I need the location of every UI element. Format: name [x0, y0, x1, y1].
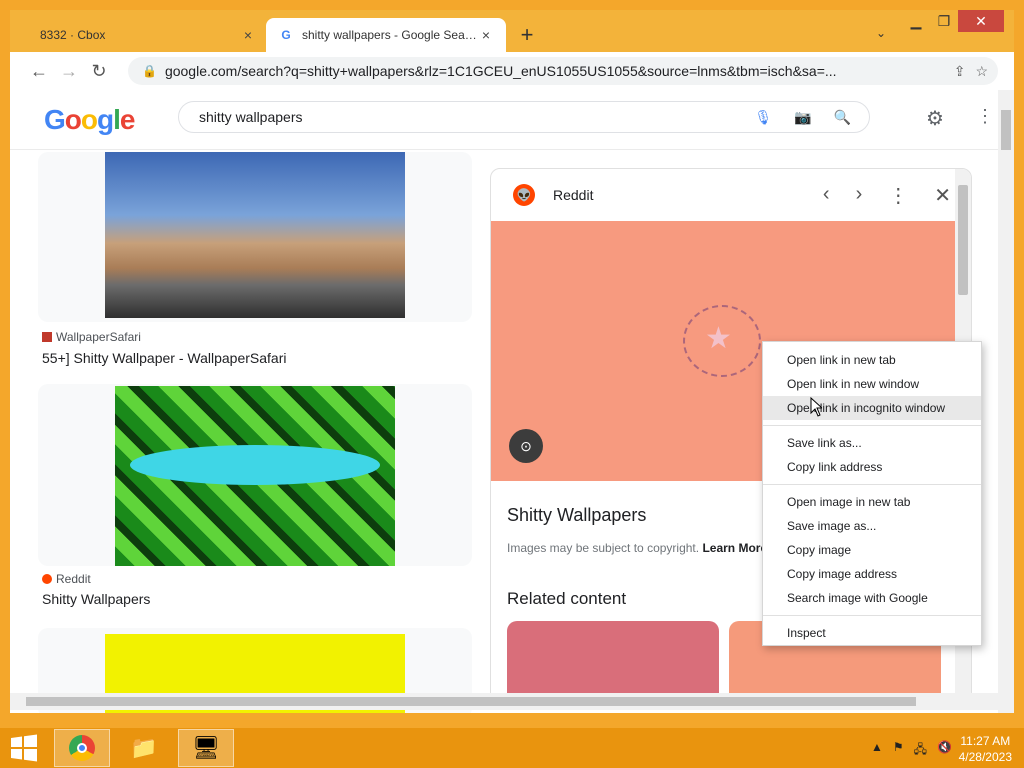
close-icon[interactable]: ✕: [934, 183, 951, 208]
taskbar-clock[interactable]: 11:27 AM 4/28/2023: [959, 733, 1012, 765]
panel-header: 👽 Reddit ‹ › ⋮ ✕: [491, 169, 971, 221]
menu-save-link-as[interactable]: Save link as...: [763, 431, 981, 455]
menu-separator: [763, 425, 981, 426]
chrome-taskbar-icon[interactable]: [54, 729, 110, 767]
copyright-text: Images may be subject to copyright.: [507, 541, 700, 555]
close-window-button[interactable]: ✕: [958, 10, 1004, 32]
minimize-button[interactable]: ▁: [902, 10, 930, 32]
menu-copy-image[interactable]: Copy image: [763, 538, 981, 562]
result-title[interactable]: Shitty Wallpapers: [42, 591, 150, 607]
panel-scroll-thumb[interactable]: [958, 185, 968, 295]
result-title[interactable]: 55+] Shitty Wallpaper - WallpaperSafari: [42, 350, 286, 366]
result-source: Reddit: [42, 572, 91, 586]
result-source-name: WallpaperSafari: [56, 330, 141, 344]
back-arrow-icon[interactable]: ←: [24, 56, 54, 86]
lock-icon: 🔒: [142, 64, 157, 78]
menu-open-image-new-tab[interactable]: Open image in new tab: [763, 490, 981, 514]
tab-close-icon[interactable]: ×: [240, 27, 256, 43]
result-source: WallpaperSafari: [42, 330, 141, 344]
share-icon[interactable]: ⇪: [954, 63, 966, 80]
system-tray: ▲ ⚑ 🖧 🔇: [871, 740, 952, 761]
search-query: shitty wallpapers: [199, 109, 303, 125]
tab-title: shitty wallpapers - Google Search: [302, 28, 478, 42]
page-scroll-thumb[interactable]: [1001, 110, 1011, 150]
horizontal-scroll-thumb[interactable]: [26, 697, 916, 706]
tab-title: 8332 · Cbox: [40, 28, 106, 42]
menu-copy-link-address[interactable]: Copy link address: [763, 455, 981, 479]
tab-close-icon[interactable]: ×: [478, 27, 494, 43]
page-scrollbar[interactable]: [998, 90, 1014, 713]
control-panel-icon[interactable]: 🖥: [178, 729, 234, 767]
taskbar: 📁 🖥 ▲ ⚑ 🖧 🔇 11:27 AM 4/28/2023: [0, 728, 1024, 768]
menu-save-image-as[interactable]: Save image as...: [763, 514, 981, 538]
reddit-icon: 👽: [513, 184, 535, 206]
chevron-right-icon[interactable]: ›: [856, 183, 863, 208]
reddit-favicon-icon: [42, 574, 52, 584]
menu-separator: [763, 484, 981, 485]
maximize-button[interactable]: ❐: [930, 10, 958, 32]
volume-muted-icon[interactable]: 🔇: [937, 740, 952, 761]
network-icon[interactable]: 🖧: [914, 740, 927, 761]
google-header: Google shitty wallpapers 🎙 📷 🔍 ⚙ ⋮⋮: [10, 90, 1014, 150]
windows-start-icon[interactable]: [10, 734, 38, 762]
panel-nav: ‹ › ⋮ ✕: [823, 183, 951, 208]
menu-open-link-new-window[interactable]: Open link in new window: [763, 372, 981, 396]
clock-date: 4/28/2023: [958, 750, 1012, 764]
menu-copy-image-address[interactable]: Copy image address: [763, 562, 981, 586]
context-menu: Open link in new tab Open link in new wi…: [762, 341, 982, 646]
tab-google-search[interactable]: G shitty wallpapers - Google Search ×: [266, 18, 506, 52]
google-favicon-icon: G: [281, 28, 291, 42]
chevron-left-icon[interactable]: ‹: [823, 183, 830, 208]
clock-time: 11:27 AM: [960, 734, 1011, 748]
tray-expand-icon[interactable]: ▲: [871, 740, 883, 761]
site-favicon-icon: [42, 332, 52, 342]
tab-search-chevron-icon[interactable]: ⌄: [876, 26, 886, 40]
panel-source[interactable]: Reddit: [553, 187, 593, 203]
gear-icon[interactable]: ⚙: [926, 106, 944, 131]
file-explorer-icon[interactable]: 📁: [116, 729, 172, 767]
menu-open-link-new-tab[interactable]: Open link in new tab: [763, 348, 981, 372]
menu-separator: [763, 615, 981, 616]
menu-search-image-google[interactable]: Search image with Google: [763, 586, 981, 610]
flag-icon[interactable]: ⚑: [893, 740, 904, 761]
copyright-notice: Images may be subject to copyright. Lear…: [507, 541, 767, 555]
panel-title[interactable]: Shitty Wallpapers: [507, 505, 646, 526]
mouse-cursor-icon: [810, 397, 822, 417]
search-icon[interactable]: 🔍: [834, 109, 851, 126]
learn-more-link[interactable]: Learn More: [702, 541, 767, 555]
result-source-name: Reddit: [56, 572, 91, 586]
result-image-desert[interactable]: [105, 152, 405, 318]
lens-search-icon[interactable]: ⊙: [509, 429, 543, 463]
more-vert-icon[interactable]: ⋮: [888, 183, 908, 208]
horizontal-scrollbar[interactable]: [10, 693, 1014, 710]
patrick-star-icon: ★: [705, 322, 732, 355]
window-controls: ▁ ❐ ✕: [902, 10, 1004, 32]
search-input[interactable]: shitty wallpapers 🎙 📷 🔍: [178, 101, 870, 133]
new-tab-button[interactable]: +: [516, 22, 538, 47]
menu-inspect[interactable]: Inspect: [763, 621, 981, 645]
url-text: google.com/search?q=shitty+wallpapers&rl…: [164, 63, 837, 79]
camera-lens-icon[interactable]: 📷: [794, 109, 811, 126]
menu-open-link-incognito[interactable]: Open link in incognito window: [763, 396, 981, 420]
related-thumb[interactable]: [507, 621, 719, 701]
google-logo[interactable]: Google: [44, 104, 135, 136]
address-bar[interactable]: 🔒 google.com/search?q=shitty+wallpapers&…: [128, 57, 998, 85]
result-image-saucer: [130, 445, 380, 485]
microphone-icon[interactable]: 🎙: [754, 109, 772, 126]
tab-strip: 8332 · Cbox × G shitty wallpapers - Goog…: [10, 10, 1014, 52]
related-heading: Related content: [507, 589, 627, 608]
bookmark-star-icon[interactable]: ☆: [975, 63, 988, 80]
forward-arrow-icon[interactable]: →: [54, 56, 84, 86]
browser-toolbar: ← → ↻ 🔒 google.com/search?q=shitty+wallp…: [10, 52, 1014, 90]
tab-cbox[interactable]: 8332 · Cbox ×: [20, 18, 268, 52]
reload-icon[interactable]: ↻: [84, 56, 114, 86]
